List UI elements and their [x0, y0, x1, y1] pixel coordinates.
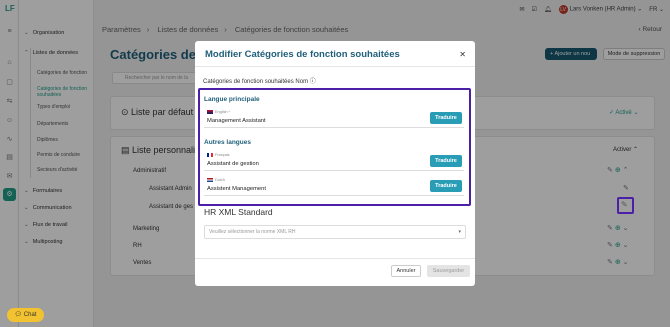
uk-flag-icon — [207, 110, 213, 114]
modal-subtitle: Catégories de fonction souhaitées Nom ⓘ — [203, 79, 316, 85]
field-value[interactable]: Assistant de gestion — [207, 161, 259, 167]
french-field[interactable]: Français Assistant de gestion Traduire — [204, 152, 464, 171]
divider — [195, 258, 475, 259]
field-lang-label: Dutch — [207, 178, 225, 182]
modal-title: Modifier Catégories de fonction souhaité… — [205, 49, 400, 60]
translate-button[interactable]: Traduire — [430, 155, 462, 167]
field-value[interactable]: Management Assistant — [207, 118, 266, 124]
cancel-button[interactable]: Annuler — [391, 265, 421, 277]
divider — [195, 66, 475, 67]
main-language-heading: Langue principale — [204, 96, 260, 103]
english-field[interactable]: English * Management Assistant Traduire — [204, 109, 464, 128]
translate-button[interactable]: Traduire — [430, 180, 462, 192]
close-icon[interactable]: ✕ — [459, 50, 466, 59]
field-value[interactable]: Assistent Management — [207, 186, 266, 192]
field-lang-label: English * — [207, 110, 230, 114]
chat-button[interactable]: 💬︎ Chat — [7, 308, 44, 322]
save-button[interactable]: Sauvegarder — [427, 265, 470, 277]
field-lang-label: Français — [207, 153, 230, 157]
chevron-down-icon: ▾ — [458, 229, 461, 235]
edit-icon[interactable]: ✎ — [621, 200, 628, 209]
highlight-edit-button[interactable]: ✎ — [617, 197, 634, 214]
translate-button[interactable]: Traduire — [430, 112, 462, 124]
dutch-field[interactable]: Dutch Assistent Management Traduire — [204, 177, 464, 196]
hrxml-heading: HR XML Standard — [204, 207, 273, 217]
hrxml-select[interactable]: Veuillez sélectionner la norme XML RH ▾ — [204, 225, 466, 239]
nl-flag-icon — [207, 178, 213, 182]
info-icon[interactable]: ⓘ — [310, 79, 316, 85]
fr-flag-icon — [207, 153, 213, 157]
other-languages-heading: Autres langues — [204, 139, 251, 146]
